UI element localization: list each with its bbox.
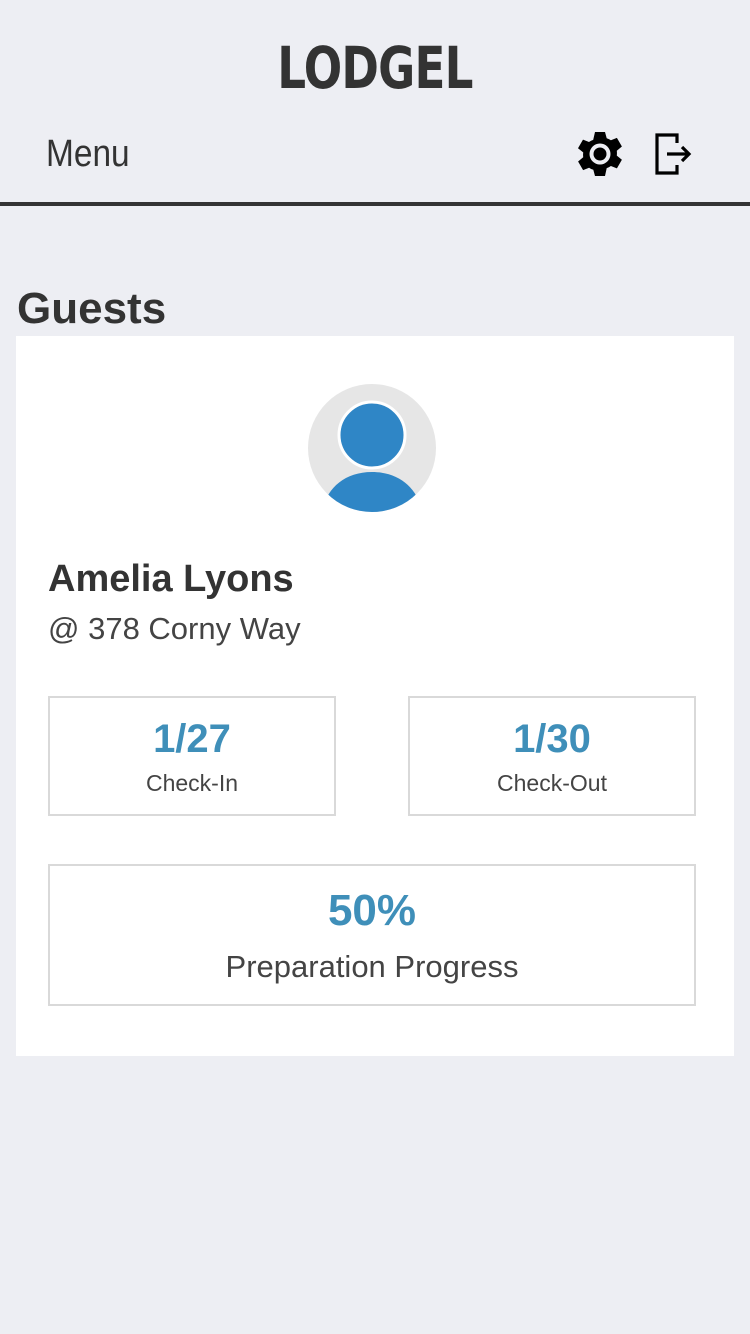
user-avatar-icon [322,400,422,512]
preparation-progress-value: 50% [327,886,417,935]
check-out-label: Check-Out [497,770,607,796]
guest-card[interactable]: Amelia Lyons @ 378 Corny Way 1/27 Check-… [16,336,734,1056]
guest-name: Amelia Lyons [48,558,294,600]
check-in-date: 1/27 [153,717,231,761]
app-header: LODGEL Menu [0,0,750,206]
check-in-label: Check-In [145,770,239,796]
preparation-progress-box: 50% Preparation Progress [48,864,696,1006]
settings-button[interactable] [574,128,626,180]
preparation-progress-label: Preparation Progress [225,949,519,984]
page-title: Guests [17,284,167,334]
logout-icon [655,133,692,175]
check-out-date: 1/30 [513,717,591,761]
menu-button[interactable]: Menu [46,126,130,182]
guest-address: @ 378 Corny Way [48,611,301,646]
logout-button[interactable] [650,130,694,178]
brand-title: LODGEL [277,34,473,102]
check-in-box: 1/27 Check-In [48,696,336,816]
avatar [308,384,436,512]
gear-icon [578,132,622,176]
check-out-box: 1/30 Check-Out [408,696,696,816]
